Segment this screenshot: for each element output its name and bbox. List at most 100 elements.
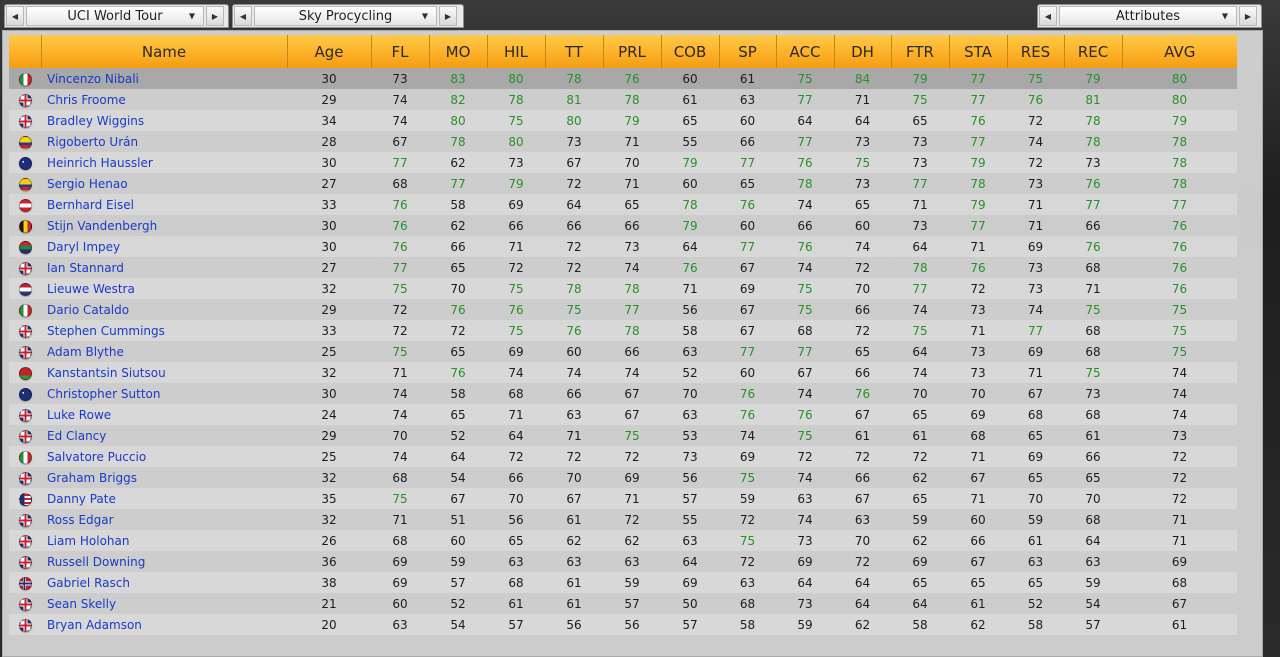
- table-row[interactable]: Graham Briggs 32 68 54 66 70 69 56 75 74 66 62 67 65 6…: [9, 467, 1237, 488]
- rider-name-link[interactable]: Ian Stannard: [41, 257, 287, 278]
- competition-dropdown[interactable]: UCI World Tour ▼: [26, 6, 204, 26]
- table-row[interactable]: Russell Downing 36 69 59 63 63 63 64 72 69 72 69 67 6…: [9, 551, 1237, 572]
- column-header-age[interactable]: Age: [287, 35, 372, 68]
- column-header-dh[interactable]: DH: [834, 35, 892, 68]
- rider-name-link[interactable]: Stephen Cummings: [41, 320, 287, 341]
- rider-name-link[interactable]: Vincenzo Nibali: [41, 68, 287, 89]
- team-dropdown[interactable]: Sky Procycling ▼: [254, 6, 437, 26]
- table-row[interactable]: Gabriel Rasch 38 69 57 68 61 59 69 63 64 64 65 65 65 5…: [9, 572, 1237, 593]
- rider-age: 28: [321, 134, 337, 149]
- table-row[interactable]: Rigoberto Urán 28 67 78 80 73 71 55 66 77 73 73 77 74…: [9, 131, 1237, 152]
- column-header-sta[interactable]: STA: [949, 35, 1008, 68]
- column-header-sp[interactable]: SP: [719, 35, 777, 68]
- table-row[interactable]: Bryan Adamson 20 63 54 57 56 56 57 58 59 62 58 62 58 5…: [9, 614, 1237, 635]
- table-row[interactable]: Sean Skelly 21 60 52 61 61 57 50 68 73 64 64 61 52 54 6…: [9, 593, 1237, 614]
- stat-dh: 71: [854, 92, 871, 107]
- view-dropdown[interactable]: Attributes ▼: [1059, 6, 1237, 26]
- rider-name-link[interactable]: Stijn Vandenbergh: [41, 215, 287, 236]
- column-header-mo[interactable]: MO: [429, 35, 488, 68]
- column-header-name[interactable]: Name: [41, 35, 288, 68]
- table-row[interactable]: Vincenzo Nibali 30 73 83 80 78 76 60 61 75 84 79 77 7…: [9, 68, 1237, 89]
- column-header-tt[interactable]: TT: [545, 35, 604, 68]
- stat-acc: 76: [797, 239, 813, 254]
- table-row[interactable]: Kanstantsin Siutsou 32 71 76 74 74 74 52 60 67 66 7…: [9, 362, 1237, 383]
- rider-name-link[interactable]: Rigoberto Urán: [41, 131, 287, 152]
- table-row[interactable]: Stijn Vandenbergh 30 76 62 66 66 66 79 60 66 60 73 7…: [9, 215, 1237, 236]
- rider-name-link[interactable]: Bernhard Eisel: [41, 194, 287, 215]
- rider-name-link[interactable]: Dario Cataldo: [41, 299, 287, 320]
- column-header-rec[interactable]: REC: [1064, 35, 1123, 68]
- table-row[interactable]: Stephen Cummings 33 72 72 75 76 78 58 67 68 72 75 71…: [9, 320, 1237, 341]
- column-header-flag[interactable]: [9, 35, 42, 68]
- table-row[interactable]: Heinrich Haussler 30 77 62 73 67 70 79 77 76 75 73 7…: [9, 152, 1237, 173]
- column-header-cob[interactable]: COB: [661, 35, 720, 68]
- rider-name-link[interactable]: Russell Downing: [41, 551, 287, 572]
- stat-ftr: 65: [912, 491, 928, 506]
- table-row[interactable]: Chris Froome 29 74 82 78 81 78 61 63 77 71 75 77 76 81…: [9, 89, 1237, 110]
- rider-name-link[interactable]: Ross Edgar: [41, 509, 287, 530]
- column-header-ftr[interactable]: FTR: [891, 35, 950, 68]
- table-row[interactable]: Lieuwe Westra 32 75 70 75 78 78 71 69 75 70 77 72 73 7…: [9, 278, 1237, 299]
- rider-name-link[interactable]: Graham Briggs: [41, 467, 287, 488]
- column-header-acc[interactable]: ACC: [776, 35, 835, 68]
- stat-tt: 63: [566, 407, 582, 422]
- table-row[interactable]: Salvatore Puccio 25 74 64 72 72 72 73 69 72 72 72 71…: [9, 446, 1237, 467]
- table-row[interactable]: Sergio Henao 27 68 77 79 72 71 60 65 78 73 77 78 73 76…: [9, 173, 1237, 194]
- table-row[interactable]: Bernhard Eisel 33 76 58 69 64 65 78 76 74 65 71 79 71…: [9, 194, 1237, 215]
- rider-name-link[interactable]: Ed Clancy: [41, 425, 287, 446]
- competition-next-arrow-icon[interactable]: ▶: [206, 6, 224, 26]
- rider-name-link[interactable]: Daryl Impey: [41, 236, 287, 257]
- table-row[interactable]: Dario Cataldo 29 72 76 76 75 77 56 67 75 66 74 73 74 7…: [9, 299, 1237, 320]
- table-row[interactable]: Daryl Impey 30 76 66 71 72 73 64 77 76 74 64 71 69 76 7…: [9, 236, 1237, 257]
- rider-name-link[interactable]: Danny Pate: [41, 488, 287, 509]
- column-header-fl[interactable]: FL: [371, 35, 430, 68]
- table-row[interactable]: Adam Blythe 25 75 65 69 60 66 63 77 77 65 64 73 69 68 7…: [9, 341, 1237, 362]
- table-row[interactable]: Ian Stannard 27 77 65 72 72 74 76 67 74 72 78 76 73 68…: [9, 257, 1237, 278]
- column-header-prl[interactable]: PRL: [603, 35, 662, 68]
- stat-dh: 62: [854, 617, 871, 632]
- rider-name-link[interactable]: Gabriel Rasch: [41, 572, 287, 593]
- rider-name-link[interactable]: Chris Froome: [41, 89, 287, 110]
- rider-name-link[interactable]: Liam Holohan: [41, 530, 287, 551]
- competition-prev-arrow-icon[interactable]: ◀: [6, 6, 24, 26]
- rider-age: 29: [321, 428, 337, 443]
- table-row[interactable]: Bradley Wiggins 34 74 80 75 80 79 65 60 64 64 65 76 7…: [9, 110, 1237, 131]
- stat-avg: 74: [1171, 365, 1188, 380]
- rider-name-link[interactable]: Luke Rowe: [41, 404, 287, 425]
- rider-name-link[interactable]: Lieuwe Westra: [41, 278, 287, 299]
- flag-cell: [9, 110, 41, 131]
- table-row[interactable]: Luke Rowe 24 74 65 71 63 67 63 76 76 67 65 69 68 68 74: [9, 404, 1237, 425]
- rider-name-link[interactable]: Bryan Adamson: [41, 614, 287, 635]
- column-header-avg[interactable]: AVG: [1122, 35, 1237, 68]
- stat-res: 52: [1027, 596, 1044, 611]
- view-next-arrow-icon[interactable]: ▶: [1239, 6, 1257, 26]
- stat-fl: 74: [392, 92, 408, 107]
- view-prev-arrow-icon[interactable]: ◀: [1039, 6, 1057, 26]
- stat-acc: 75: [776, 68, 834, 89]
- column-header-res[interactable]: RES: [1007, 35, 1065, 68]
- rider-name-link[interactable]: Bradley Wiggins: [41, 110, 287, 131]
- rider-name-link[interactable]: Adam Blythe: [41, 341, 287, 362]
- table-row[interactable]: Danny Pate 35 75 67 70 67 71 57 59 63 67 65 71 70 70 72: [9, 488, 1237, 509]
- table-row[interactable]: Ross Edgar 32 71 51 56 61 72 55 72 74 63 59 60 59 68 71: [9, 509, 1237, 530]
- rider-name-link[interactable]: Sergio Henao: [41, 173, 287, 194]
- stat-prl: 56: [624, 617, 640, 632]
- column-header-hil[interactable]: HIL: [487, 35, 546, 68]
- rider-name-link[interactable]: Sean Skelly: [41, 593, 287, 614]
- stat-sp: 67: [739, 260, 756, 275]
- rider-name-link[interactable]: Christopher Sutton: [41, 383, 287, 404]
- stat-tt: 70: [566, 470, 582, 485]
- table-row[interactable]: Liam Holohan 26 68 60 65 62 62 63 75 73 70 62 66 61 64…: [9, 530, 1237, 551]
- rider-name-link[interactable]: Heinrich Haussler: [41, 152, 287, 173]
- team-next-arrow-icon[interactable]: ▶: [439, 6, 457, 26]
- rider-name-link[interactable]: Salvatore Puccio: [41, 446, 287, 467]
- table-row[interactable]: Christopher Sutton 30 74 58 68 66 67 70 76 74 76 70…: [9, 383, 1237, 404]
- rider-name-link[interactable]: Kanstantsin Siutsou: [41, 362, 287, 383]
- stat-dh: 76: [854, 386, 871, 401]
- competition-selector: ◀ UCI World Tour ▼ ▶: [4, 4, 229, 28]
- team-prev-arrow-icon[interactable]: ◀: [234, 6, 252, 26]
- stat-dh: 67: [854, 491, 871, 506]
- rider-age: 30: [287, 68, 371, 89]
- stat-hil: 64: [508, 428, 524, 443]
- table-row[interactable]: Ed Clancy 29 70 52 64 71 75 53 74 75 61 61 68 65 61 73: [9, 425, 1237, 446]
